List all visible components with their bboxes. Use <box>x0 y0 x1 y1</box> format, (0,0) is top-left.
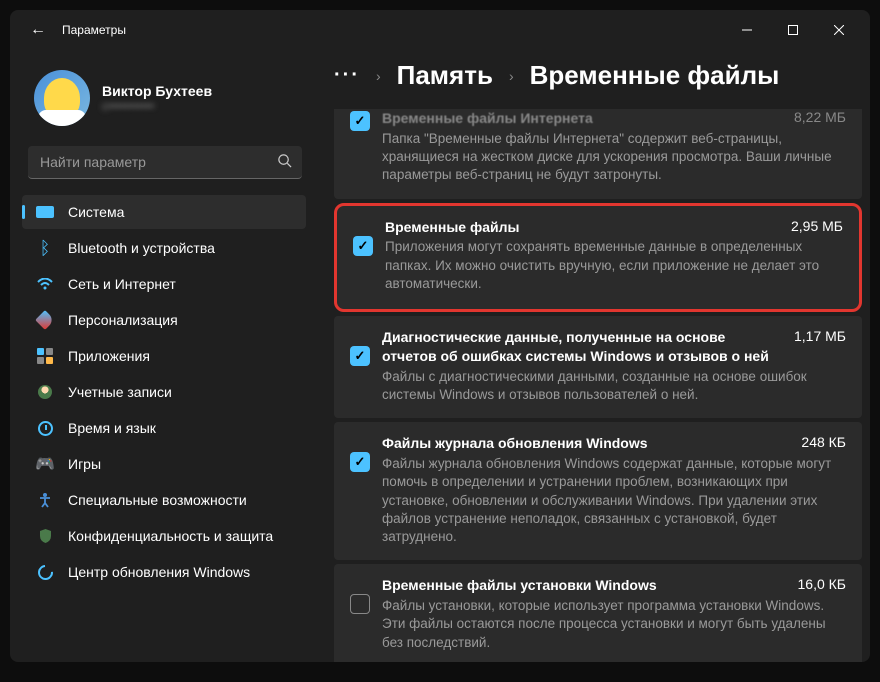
items-list: Временные файлы Интернета 8,22 МБ Папка … <box>334 109 862 662</box>
breadcrumb-parent[interactable]: Память <box>397 60 493 91</box>
nav-label: Сеть и Интернет <box>68 276 176 292</box>
minimize-button[interactable] <box>724 14 770 46</box>
nav-accounts[interactable]: Учетные записи <box>22 375 306 409</box>
checkbox[interactable] <box>350 346 370 366</box>
item-size: 1,17 МБ <box>794 328 846 344</box>
update-icon <box>36 564 54 580</box>
temp-item-diagnostic[interactable]: Диагностические данные, полученные на ос… <box>334 316 862 418</box>
item-title: Временные файлы установки Windows <box>382 576 657 595</box>
main-panel: ··· › Память › Временные файлы Временные… <box>320 50 870 662</box>
checkbox[interactable] <box>350 452 370 472</box>
item-desc: Файлы с диагностическими данными, создан… <box>382 368 846 404</box>
chevron-right-icon: › <box>509 68 514 84</box>
shield-icon <box>36 528 54 544</box>
search-box <box>28 146 302 179</box>
breadcrumb: ··· › Память › Временные файлы <box>334 50 862 109</box>
checkbox[interactable] <box>350 594 370 614</box>
item-title: Временные файлы Интернета <box>382 109 593 128</box>
gamepad-icon: 🎮 <box>36 456 54 472</box>
nav-bluetooth[interactable]: ᛒ Bluetooth и устройства <box>22 231 306 265</box>
profile-info: Виктор Бухтеев c••••••••••• <box>102 83 212 113</box>
nav-label: Учетные записи <box>68 384 172 400</box>
item-size: 2,95 МБ <box>791 218 843 234</box>
maximize-button[interactable] <box>770 14 816 46</box>
nav-label: Bluetooth и устройства <box>68 240 215 256</box>
item-title: Диагностические данные, полученные на ос… <box>382 328 782 366</box>
bluetooth-icon: ᛒ <box>36 240 54 256</box>
back-button[interactable]: ← <box>30 21 46 39</box>
nav-system[interactable]: Система <box>22 195 306 229</box>
profile-email: c••••••••••• <box>102 99 212 113</box>
nav-label: Система <box>68 204 124 220</box>
temp-item-tempfiles[interactable]: Временные файлы 2,95 МБ Приложения могут… <box>334 203 862 313</box>
nav-apps[interactable]: Приложения <box>22 339 306 373</box>
item-desc: Приложения могут сохранять временные дан… <box>385 238 843 293</box>
item-body: Временные файлы Интернета 8,22 МБ Папка … <box>382 109 846 185</box>
nav-network[interactable]: Сеть и Интернет <box>22 267 306 301</box>
nav-label: Специальные возможности <box>68 492 247 508</box>
nav-label: Игры <box>68 456 101 472</box>
nav-gaming[interactable]: 🎮 Игры <box>22 447 306 481</box>
system-icon <box>36 204 54 220</box>
search-icon[interactable] <box>277 153 292 173</box>
window-title: Параметры <box>62 23 126 37</box>
checkbox[interactable] <box>353 236 373 256</box>
checkbox[interactable] <box>350 111 370 131</box>
item-desc: Файлы установки, которые использует прог… <box>382 597 846 652</box>
avatar <box>34 70 90 126</box>
content: Виктор Бухтеев c••••••••••• Система ᛒ Blu… <box>10 50 870 662</box>
item-title: Файлы журнала обновления Windows <box>382 434 648 453</box>
item-size: 8,22 МБ <box>794 109 846 125</box>
item-title: Временные файлы <box>385 218 519 237</box>
nav-label: Персонализация <box>68 312 178 328</box>
nav-label: Центр обновления Windows <box>68 564 250 580</box>
nav-privacy[interactable]: Конфиденциальность и защита <box>22 519 306 553</box>
item-desc: Папка "Временные файлы Интернета" содерж… <box>382 130 846 185</box>
sidebar: Виктор Бухтеев c••••••••••• Система ᛒ Blu… <box>10 50 320 662</box>
apps-icon <box>36 348 54 364</box>
item-size: 248 КБ <box>801 434 846 450</box>
nav-time[interactable]: Время и язык <box>22 411 306 445</box>
temp-item-updatelog[interactable]: Файлы журнала обновления Windows 248 КБ … <box>334 422 862 560</box>
titlebar: ← Параметры <box>10 10 870 50</box>
brush-icon <box>36 312 54 328</box>
item-desc: Файлы журнала обновления Windows содержа… <box>382 455 846 546</box>
breadcrumb-more[interactable]: ··· <box>334 64 360 87</box>
settings-window: ← Параметры Виктор Бухтеев c••••••••••• <box>10 10 870 662</box>
item-body: Диагностические данные, полученные на ос… <box>382 328 846 404</box>
item-body: Файлы журнала обновления Windows 248 КБ … <box>382 434 846 546</box>
profile-section[interactable]: Виктор Бухтеев c••••••••••• <box>22 62 320 146</box>
nav-label: Время и язык <box>68 420 156 436</box>
nav-label: Приложения <box>68 348 150 364</box>
nav-list: Система ᛒ Bluetooth и устройства Сеть и И… <box>22 195 320 589</box>
item-body: Временные файлы установки Windows 16,0 К… <box>382 576 846 652</box>
account-icon <box>36 384 54 400</box>
nav-update[interactable]: Центр обновления Windows <box>22 555 306 589</box>
profile-name: Виктор Бухтеев <box>102 83 212 99</box>
nav-label: Конфиденциальность и защита <box>68 528 273 544</box>
search-input[interactable] <box>28 146 302 179</box>
wifi-icon <box>36 276 54 292</box>
close-button[interactable] <box>816 14 862 46</box>
nav-personalization[interactable]: Персонализация <box>22 303 306 337</box>
window-controls <box>724 14 862 46</box>
breadcrumb-current: Временные файлы <box>530 60 780 91</box>
chevron-right-icon: › <box>376 68 381 84</box>
temp-item-internet[interactable]: Временные файлы Интернета 8,22 МБ Папка … <box>334 109 862 199</box>
titlebar-left: ← Параметры <box>18 21 126 39</box>
nav-accessibility[interactable]: Специальные возможности <box>22 483 306 517</box>
accessibility-icon <box>36 492 54 508</box>
item-body: Временные файлы 2,95 МБ Приложения могут… <box>385 218 843 294</box>
temp-item-installfiles[interactable]: Временные файлы установки Windows 16,0 К… <box>334 564 862 662</box>
item-size: 16,0 КБ <box>798 576 846 592</box>
clock-icon <box>36 420 54 436</box>
